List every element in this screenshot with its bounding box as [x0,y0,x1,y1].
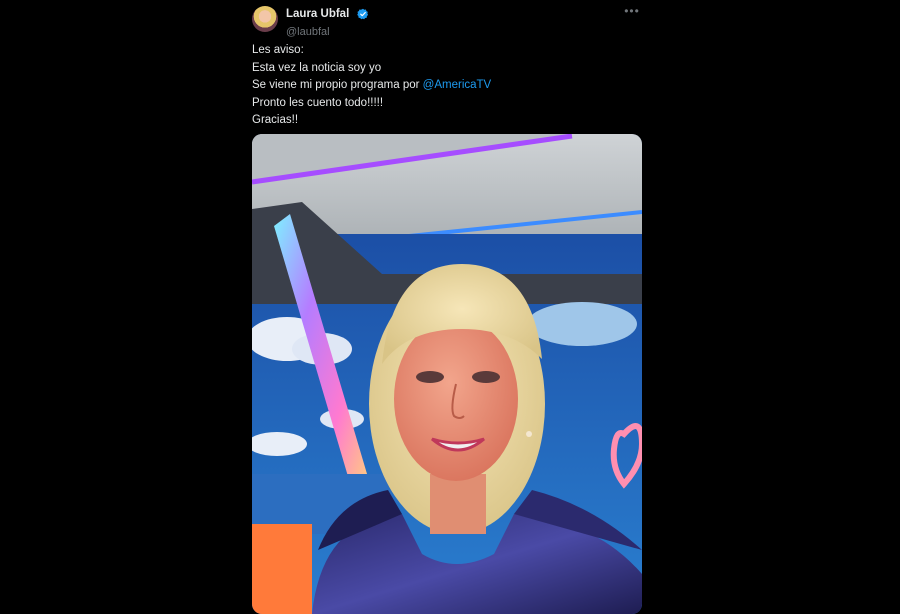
author-handle[interactable]: @laubfal [286,26,369,38]
tweet-line-2: Esta vez la noticia soy yo [252,61,382,74]
mention-link[interactable]: @AmericaTV [423,79,492,91]
author-names: Laura Ubfal @laubfal [286,5,369,38]
author-avatar[interactable] [252,6,278,32]
tweet-line-3-text: Se viene mi propio programa por [252,79,423,91]
tweet-line-1: Les aviso: [252,44,304,56]
tweet-photo[interactable] [252,134,642,614]
tweet-line-5: Gracias!! [252,114,299,126]
photo-illustration [252,134,642,614]
tweet-text: Les aviso: Esta vez la noticia soy yo Se… [252,42,642,130]
tweet-card: Laura Ubfal @laubfal ••• Les aviso: Esta… [252,0,642,614]
more-horizontal-icon[interactable]: ••• [624,4,640,18]
tweet-line-4: Pronto les cuento todo!!!!! [252,96,384,109]
verified-badge-icon [356,8,368,20]
author-display-name[interactable]: Laura Ubfal [286,8,349,20]
tweet-line-3: Se viene mi propio programa por @America… [252,77,642,95]
